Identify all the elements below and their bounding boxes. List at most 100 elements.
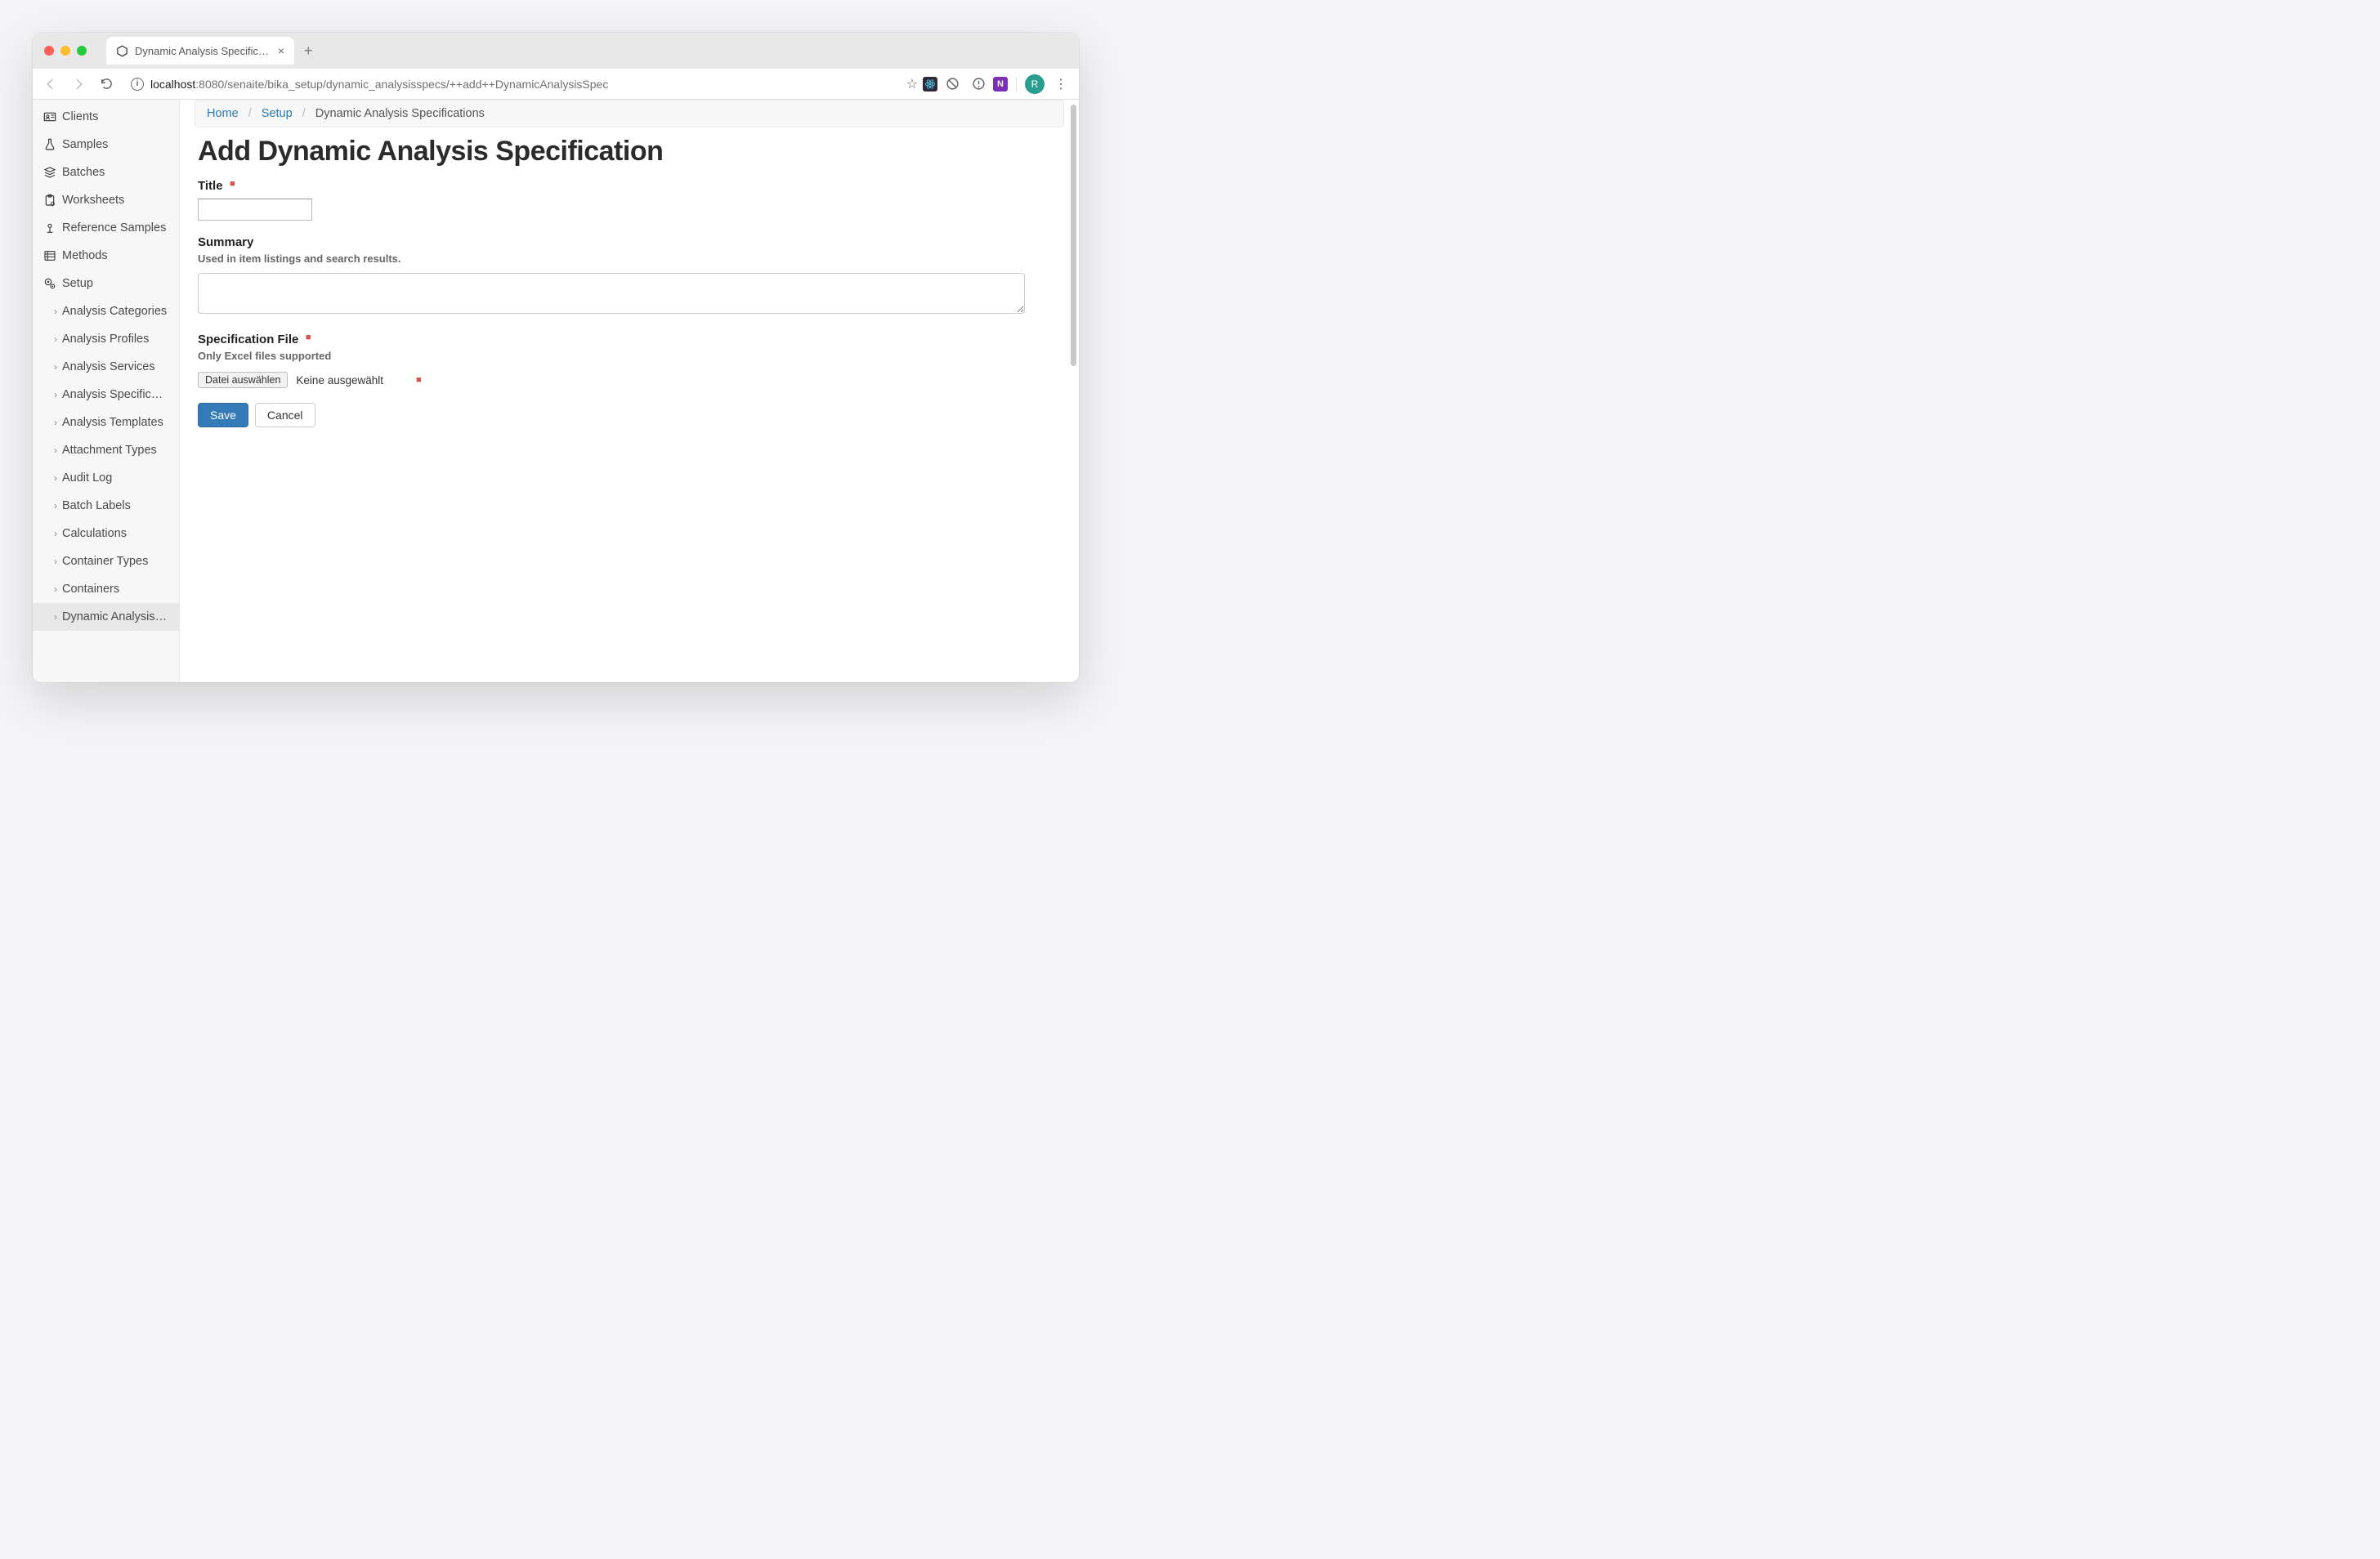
breadcrumb-setup[interactable]: Setup (262, 107, 293, 120)
sidebar: Clients Samples Batches Worksheets Refer… (33, 100, 180, 682)
chevron-right-icon: › (54, 611, 57, 623)
sidebar-item-batches[interactable]: Batches (33, 159, 179, 186)
pin-icon (42, 221, 57, 235)
breadcrumb-separator: / (302, 107, 306, 120)
close-window-icon[interactable] (44, 46, 54, 56)
url-text: localhost:8080/senaite/bika_setup/dynami… (150, 78, 608, 91)
tab-favicon (116, 45, 128, 57)
required-indicator: ■ (230, 179, 235, 189)
react-devtools-icon[interactable] (923, 77, 937, 92)
main-content: Home / Setup / Dynamic Analysis Specific… (180, 100, 1079, 682)
chevron-right-icon: › (54, 333, 57, 345)
chevron-right-icon: › (54, 583, 57, 595)
sidebar-label: Setup (62, 277, 93, 290)
sidebar-item-methods[interactable]: Methods (33, 242, 179, 270)
browser-menu-button[interactable]: ⋮ (1049, 73, 1072, 96)
sidebar-label: Reference Samples (62, 221, 166, 235)
chevron-right-icon: › (54, 306, 57, 317)
title-input[interactable] (198, 199, 312, 221)
minimize-window-icon[interactable] (60, 46, 70, 56)
toolbar-divider (1016, 77, 1017, 92)
breadcrumb-separator: / (248, 107, 252, 120)
forward-button[interactable] (67, 73, 90, 96)
browser-tab-bar: Dynamic Analysis Specifications × + (33, 33, 1079, 69)
title-label: Title (198, 179, 223, 193)
sidebar-sub-analysis-templates[interactable]: ›Analysis Templates (33, 409, 179, 436)
reload-button[interactable] (95, 73, 118, 96)
maximize-window-icon[interactable] (77, 46, 87, 56)
specfile-field: Specification File ■ Only Excel files su… (198, 333, 1061, 388)
specfile-label: Specification File (198, 333, 298, 346)
window-controls (41, 46, 95, 56)
extension-sync-icon[interactable] (941, 73, 964, 96)
chevron-right-icon: › (54, 444, 57, 456)
chevron-right-icon: › (54, 556, 57, 567)
sidebar-item-worksheets[interactable]: Worksheets (33, 186, 179, 214)
list-icon (42, 249, 57, 262)
sidebar-sub-audit-log[interactable]: ›Audit Log (33, 464, 179, 492)
breadcrumb-current: Dynamic Analysis Specifications (315, 107, 485, 120)
summary-field: Summary Used in item listings and search… (198, 235, 1061, 318)
title-field: Title ■ (198, 179, 1061, 221)
save-button[interactable]: Save (198, 403, 248, 427)
specfile-help: Only Excel files supported (198, 350, 1061, 362)
file-status-text: Keine ausgewählt (296, 374, 383, 386)
sidebar-sub-container-types[interactable]: ›Container Types (33, 547, 179, 575)
page-content: Clients Samples Batches Worksheets Refer… (33, 100, 1079, 682)
chevron-right-icon: › (54, 417, 57, 428)
profile-avatar[interactable]: R (1025, 74, 1045, 94)
sidebar-sub-analysis-categories[interactable]: ›Analysis Categories (33, 297, 179, 325)
file-input-row: Datei auswählen Keine ausgewählt ■ (198, 372, 1061, 388)
sidebar-item-clients[interactable]: Clients (33, 103, 179, 131)
sidebar-sub-dynamic-analysis[interactable]: ›Dynamic Analysis… (33, 603, 179, 631)
tab-title: Dynamic Analysis Specifications (135, 45, 271, 57)
chevron-right-icon: › (54, 389, 57, 400)
sidebar-sub-calculations[interactable]: ›Calculations (33, 520, 179, 547)
sidebar-item-samples[interactable]: Samples (33, 131, 179, 159)
summary-textarea[interactable] (198, 273, 1025, 314)
sidebar-sub-analysis-services[interactable]: ›Analysis Services (33, 353, 179, 381)
new-tab-button[interactable]: + (304, 42, 313, 60)
sidebar-sub-analysis-specifications[interactable]: ›Analysis Specific… (33, 381, 179, 409)
breadcrumb-home[interactable]: Home (207, 107, 239, 120)
required-indicator: ■ (306, 333, 311, 342)
chevron-right-icon: › (54, 528, 57, 539)
flask-icon (42, 138, 57, 151)
url-bar[interactable]: i localhost:8080/senaite/bika_setup/dyna… (123, 73, 901, 96)
cancel-button[interactable]: Cancel (255, 403, 315, 427)
layers-icon (42, 166, 57, 179)
sidebar-label: Clients (62, 110, 98, 123)
sidebar-item-reference-samples[interactable]: Reference Samples (33, 214, 179, 242)
page-title: Add Dynamic Analysis Specification (198, 136, 1061, 168)
close-tab-icon[interactable]: × (278, 44, 284, 57)
address-card-icon (42, 110, 57, 123)
chevron-right-icon: › (54, 500, 57, 511)
browser-tab[interactable]: Dynamic Analysis Specifications × (106, 37, 294, 65)
gear-icon (42, 277, 57, 290)
site-info-icon[interactable]: i (131, 78, 144, 91)
add-spec-form: Title ■ Summary Used in item listings an… (198, 179, 1061, 427)
sidebar-sub-attachment-types[interactable]: ›Attachment Types (33, 436, 179, 464)
scrollbar-thumb[interactable] (1071, 105, 1076, 366)
bookmark-star-icon[interactable]: ☆ (906, 76, 918, 92)
sidebar-label: Batches (62, 166, 105, 179)
address-bar: i localhost:8080/senaite/bika_setup/dyna… (33, 69, 1079, 100)
summary-help: Used in item listings and search results… (198, 252, 1061, 265)
extension-info-icon[interactable] (967, 73, 990, 96)
sidebar-sub-batch-labels[interactable]: ›Batch Labels (33, 492, 179, 520)
sidebar-label: Methods (62, 249, 108, 262)
sidebar-label: Samples (62, 138, 108, 151)
breadcrumb: Home / Setup / Dynamic Analysis Specific… (195, 100, 1064, 127)
extensions-group: N (923, 73, 1008, 96)
file-choose-button[interactable]: Datei auswählen (198, 372, 288, 388)
sidebar-sub-analysis-profiles[interactable]: ›Analysis Profiles (33, 325, 179, 353)
clipboard-icon (42, 194, 57, 207)
sidebar-item-setup[interactable]: Setup (33, 270, 179, 297)
summary-label: Summary (198, 235, 253, 249)
sidebar-sub-containers[interactable]: ›Containers (33, 575, 179, 603)
back-button[interactable] (39, 73, 62, 96)
sidebar-label: Worksheets (62, 194, 124, 207)
browser-window: Dynamic Analysis Specifications × + i lo… (33, 33, 1079, 682)
onenote-extension-icon[interactable]: N (993, 77, 1008, 92)
chevron-right-icon: › (54, 472, 57, 484)
